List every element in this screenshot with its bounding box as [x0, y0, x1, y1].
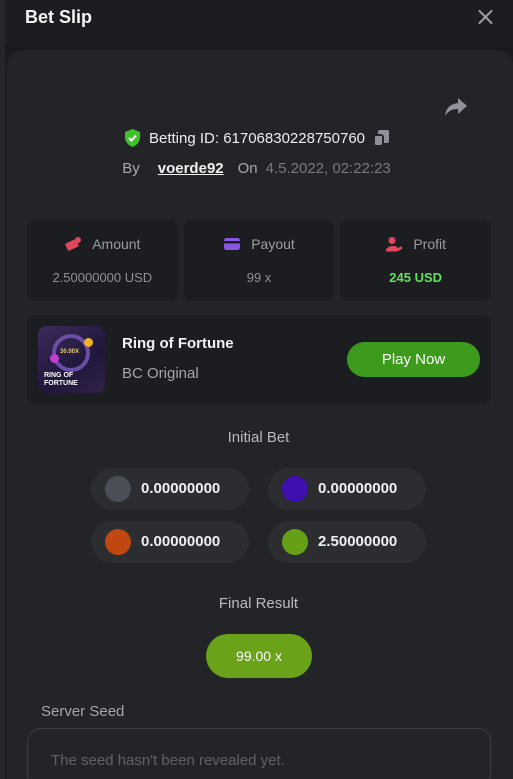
- payout-stat: Payout 99 x: [183, 220, 335, 301]
- page-title: Bet Slip: [25, 7, 93, 27]
- bet-chip-gray: 0.00000000: [91, 468, 249, 510]
- play-now-button[interactable]: Play Now: [347, 342, 480, 377]
- server-seed-placeholder: The seed hasn't been revealed yet.: [51, 752, 285, 769]
- betting-id-text: Betting ID: 61706830228750760: [149, 130, 365, 147]
- green-dot-icon: [282, 529, 308, 555]
- server-seed-field[interactable]: The seed hasn't been revealed yet.: [27, 728, 491, 779]
- bet-chip-purple: 0.00000000: [268, 468, 426, 510]
- payout-value: 99 x: [246, 270, 272, 285]
- by-label: By: [122, 160, 140, 177]
- amount-icon: [65, 237, 82, 251]
- background-list-edge: [0, 0, 5, 779]
- thumbnail-multiplier: 30.00X: [60, 349, 80, 355]
- profit-label: Profit: [413, 236, 447, 252]
- share-icon[interactable]: [444, 96, 468, 118]
- betting-id-label: Betting ID:: [148, 129, 224, 147]
- bet-slip-header: Bet Slip: [5, 0, 513, 45]
- game-thumbnail[interactable]: 30.00X RING OF FORTUNE: [38, 326, 105, 393]
- purple-dot-icon: [282, 476, 308, 502]
- game-card: 30.00X RING OF FORTUNE Ring of Fortune BC…: [27, 315, 491, 404]
- user-link[interactable]: voerde92: [158, 160, 224, 177]
- thumbnail-title: RING OF FORTUNE: [44, 372, 78, 387]
- amount-label: Amount: [92, 236, 141, 252]
- betting-id-value: 61706830228750760: [223, 129, 366, 147]
- payout-label: Payout: [251, 236, 295, 252]
- on-label: On: [237, 160, 258, 177]
- payout-icon: [224, 238, 241, 250]
- gray-dot-icon: [105, 476, 131, 502]
- bet-chip-green: 2.50000000: [268, 521, 426, 563]
- chip-value: 0.00000000: [141, 533, 221, 550]
- orange-dot-icon: [105, 529, 131, 555]
- close-icon[interactable]: [475, 6, 497, 28]
- profit-stat: Profit 245 USD: [340, 220, 492, 301]
- shield-check-icon: [124, 129, 140, 147]
- final-result-value: 99.00 x: [206, 634, 312, 678]
- copy-icon[interactable]: [373, 129, 390, 147]
- betting-id-row: Betting ID: 61706830228750760: [0, 129, 513, 147]
- bet-date: 4.5.2022, 02:22:23: [265, 160, 391, 177]
- amount-stat: Amount 2.50000000 USD: [27, 220, 178, 301]
- chip-value: 0.00000000: [141, 480, 221, 497]
- initial-bet-title: Initial Bet: [227, 429, 290, 446]
- bet-chip-orange: 0.00000000: [91, 521, 249, 563]
- profit-value: 245 USD: [389, 270, 443, 285]
- server-seed-label: Server Seed: [41, 703, 125, 720]
- final-result-title: Final Result: [218, 595, 299, 612]
- bet-meta-row: By voerde92 On 4.5.2022, 02:22:23: [0, 160, 513, 177]
- profit-icon: [386, 237, 403, 252]
- chip-value: 2.50000000: [318, 533, 398, 550]
- bet-stats: Amount 2.50000000 USD Payout 99 x Profit…: [27, 220, 492, 301]
- chip-value: 0.00000000: [318, 480, 398, 497]
- game-name: Ring of Fortune: [122, 335, 234, 352]
- amount-value: 2.50000000 USD: [52, 270, 153, 285]
- game-subtitle: BC Original: [122, 365, 199, 382]
